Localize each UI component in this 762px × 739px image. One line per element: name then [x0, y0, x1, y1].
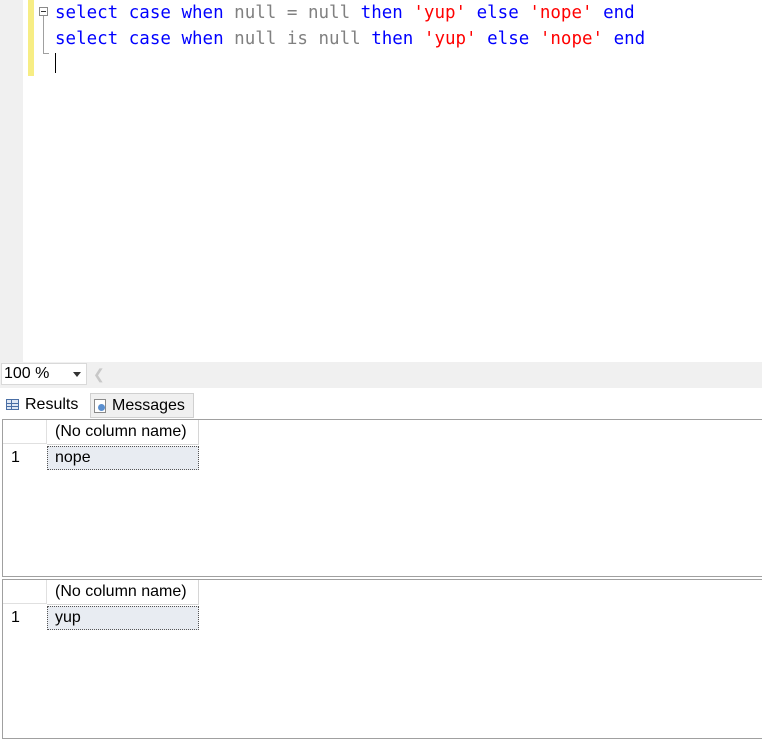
- sql-operator: null: [318, 29, 361, 49]
- sql-keyword: then: [360, 3, 403, 23]
- sql-string: 'yup': [423, 29, 477, 49]
- grid-corner[interactable]: [3, 580, 47, 604]
- sql-keyword: when: [181, 3, 224, 23]
- sql-keyword: else: [476, 3, 519, 23]
- result-cell[interactable]: nope: [47, 446, 199, 470]
- sql-operator: null: [234, 3, 277, 23]
- change-tracking-bar: [28, 0, 34, 76]
- result-grid-2[interactable]: (No column name) 1 yup: [2, 579, 762, 739]
- sql-keyword: select: [55, 3, 119, 23]
- result-grid-1[interactable]: (No column name) 1 nope: [2, 419, 762, 577]
- tab-results[interactable]: Results: [2, 392, 88, 417]
- message-icon: [94, 398, 106, 413]
- sql-keyword: case: [128, 29, 171, 49]
- sql-operator: null: [307, 3, 351, 23]
- sql-string: 'nope': [539, 29, 604, 49]
- editor-gutter: [0, 0, 23, 362]
- outline-line: [43, 16, 44, 54]
- zoom-value: 100 %: [4, 365, 50, 382]
- sql-keyword: when: [181, 29, 224, 49]
- grid-icon: [6, 399, 19, 410]
- sql-string: 'yup': [413, 3, 467, 23]
- sql-operator: is: [286, 29, 308, 49]
- chevron-down-icon: [73, 372, 81, 377]
- sql-keyword: end: [603, 3, 635, 23]
- zoom-dropdown[interactable]: 100 %: [1, 363, 87, 385]
- outline-line-end: [43, 53, 49, 54]
- sql-operator: =: [286, 3, 298, 23]
- sql-keyword: else: [487, 29, 530, 49]
- column-header[interactable]: (No column name): [47, 420, 199, 445]
- sql-operator: null: [234, 29, 277, 49]
- tab-messages[interactable]: Messages: [90, 393, 194, 418]
- tab-results-label: Results: [25, 396, 79, 413]
- sql-keyword: end: [613, 29, 646, 49]
- code-line-1[interactable]: select case when null = null then 'yup' …: [55, 0, 635, 26]
- row-number[interactable]: 1: [11, 607, 20, 629]
- query-editor[interactable]: select case when null = null then 'yup' …: [0, 0, 762, 362]
- code-line-2[interactable]: select case when null is null then 'yup'…: [55, 26, 645, 52]
- results-tabstrip: Results Messages: [0, 388, 762, 419]
- result-cell[interactable]: yup: [47, 606, 199, 630]
- column-header[interactable]: (No column name): [47, 580, 199, 605]
- sql-keyword: select: [55, 29, 119, 49]
- collapse-icon[interactable]: [39, 7, 48, 16]
- row-number[interactable]: 1: [11, 447, 20, 469]
- grid-corner[interactable]: [3, 420, 47, 444]
- sql-string: 'nope': [529, 3, 593, 23]
- chevron-left-icon[interactable]: ❮: [93, 366, 105, 382]
- editor-status-bar: 100 % ❮: [0, 362, 762, 388]
- sql-keyword: then: [371, 29, 414, 49]
- tab-messages-label: Messages: [112, 397, 185, 414]
- text-caret: [55, 53, 56, 73]
- sql-keyword: case: [128, 3, 171, 23]
